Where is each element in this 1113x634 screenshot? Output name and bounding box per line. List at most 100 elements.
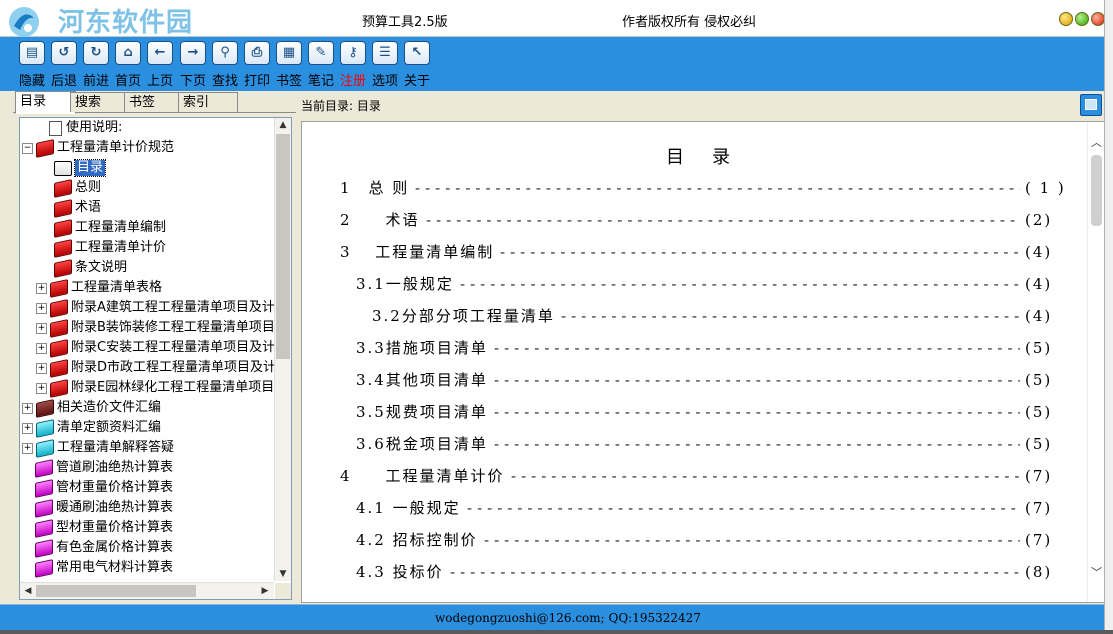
document-vertical-scrollbar[interactable]: ︿ ﹀ (1087, 122, 1105, 602)
toolbar-button-note[interactable]: ✎ 笔记 (306, 41, 336, 89)
tree-item[interactable]: 目录 (54, 158, 107, 178)
tree-item[interactable]: + 附录A建筑工程工程量清单项目及计算 (36, 298, 274, 318)
tab-0[interactable]: 目录 (15, 91, 76, 114)
expand-icon[interactable]: + (36, 342, 47, 354)
tab-2[interactable]: 书签 (124, 92, 184, 112)
open-book-icon (54, 160, 72, 176)
toolbar-button-back[interactable]: ↺ 后退 (49, 41, 79, 89)
tree-item[interactable]: 工程量清单编制 (54, 218, 166, 238)
tree-item[interactable]: − 工程量清单计价规范 (22, 138, 174, 158)
document-scroll-thumb[interactable] (1091, 155, 1102, 226)
tree-item[interactable]: + 附录E园林绿化工程工程量清单项目及 (36, 378, 274, 398)
close-button[interactable] (1091, 12, 1105, 26)
tree-item[interactable]: 条文说明 (54, 258, 127, 278)
toc-entry[interactable]: 4.1 一般规定 --------------------------------… (302, 497, 1082, 519)
window-toggle-button[interactable] (1080, 94, 1102, 116)
tree-scroll-thumb[interactable] (276, 134, 290, 359)
tab-1[interactable]: 搜索 (70, 92, 130, 112)
toc-page-number: (7) (1025, 467, 1053, 485)
copyright-notice: 作者版权所有 侵权必纠 (622, 15, 757, 30)
tree-vertical-scrollbar[interactable]: ▲ ▼ (274, 118, 291, 581)
toc-entry[interactable]: 3.1一般规定 ---------------------------------… (302, 273, 1082, 295)
toolbar-button-bookmark[interactable]: ▦ 书签 (274, 41, 304, 89)
tree-item[interactable]: + 相关造价文件汇编 (22, 398, 161, 418)
toc-entry-label: 3.6税金项目清单 (356, 435, 488, 453)
scroll-right-icon[interactable]: ▶ (258, 584, 272, 598)
tree-item[interactable]: + 清单定额资料汇编 (22, 418, 161, 438)
expand-icon[interactable]: + (36, 302, 47, 314)
tree-item-label: 暖通刷油绝热计算表 (56, 500, 174, 515)
tree-item[interactable]: + 附录D市政工程工程量清单项目及计算 (36, 358, 274, 378)
toc-title: 目录 (666, 147, 758, 168)
book-icon (50, 278, 68, 298)
tree-item[interactable]: 常用电气材料计算表 (22, 558, 173, 578)
search-icon: ⚲ (212, 41, 238, 65)
toc-entry[interactable]: 1 总 则 -----------------------------------… (302, 177, 1082, 199)
tree-item[interactable]: 术语 (54, 198, 101, 218)
toc-entry[interactable]: 4 工程量清单计价 -------------------------------… (302, 465, 1082, 487)
tree-item[interactable]: 管道刷油绝热计算表 (22, 458, 173, 478)
toolbar-button-next-page[interactable]: → 下页 (178, 41, 208, 89)
expand-icon[interactable]: + (22, 422, 33, 434)
minimize-button[interactable] (1059, 12, 1073, 26)
toc-entry-label: 4.1 一般规定 (356, 499, 461, 517)
collapse-icon[interactable]: − (22, 142, 33, 154)
tree-item[interactable]: 工程量清单计价 (54, 238, 166, 258)
expand-icon[interactable]: + (36, 382, 47, 394)
chevron-down-icon[interactable]: ﹀ (1088, 564, 1105, 580)
scroll-down-icon[interactable]: ▼ (276, 567, 290, 581)
toc-entry[interactable]: 3.3措施项目清单 -------------------------------… (302, 337, 1082, 359)
book-icon (36, 438, 54, 458)
tree-horizontal-scrollbar[interactable]: ◀ ▶ (20, 582, 274, 599)
tree-item[interactable]: 型材重量价格计算表 (22, 518, 173, 538)
toolbar-button-print[interactable]: ⎙ 打印 (242, 41, 272, 89)
tree-item[interactable]: 有色金属价格计算表 (22, 538, 173, 558)
toolbar-button-prev-page[interactable]: ← 上页 (145, 41, 175, 89)
toc-entry[interactable]: 3.4其他项目清单 -------------------------------… (302, 369, 1082, 391)
tree-item[interactable]: 管材重量价格计算表 (22, 478, 173, 498)
tree-item[interactable]: + 附录C安装工程工程量清单项目及计算 (36, 338, 274, 358)
desktop-strip (0, 630, 1113, 634)
toc-entry[interactable]: 3.6税金项目清单 -------------------------------… (302, 433, 1082, 455)
tree-item[interactable]: 暖通刷油绝热计算表 (22, 498, 173, 518)
tree-item[interactable]: 总则 (54, 178, 101, 198)
toc-entry[interactable]: 3 工程量清单编制 -------------------------------… (302, 241, 1082, 263)
tree-item-label: 条文说明 (75, 260, 128, 275)
expand-icon[interactable]: + (36, 322, 47, 334)
tree-item[interactable]: 使用说明: (36, 118, 122, 138)
toolbar-button-options[interactable]: ☰ 选项 (370, 41, 400, 89)
tree-item[interactable]: + 工程量清单解释答疑 (22, 438, 174, 458)
toc-entry[interactable]: 2 术语 ------------------------------------… (302, 209, 1082, 231)
scroll-left-icon[interactable]: ◀ (21, 584, 35, 598)
toc-entry[interactable]: 3.5规费项目清单 -------------------------------… (302, 401, 1082, 423)
chevron-up-icon[interactable]: ︿ (1088, 134, 1105, 150)
book-icon (54, 198, 72, 218)
toolbar-button-search[interactable]: ⚲ 查找 (210, 41, 240, 89)
contents-tree[interactable]: 使用说明: − 工程量清单计价规范 目录 总则 术语 工程量清单编制 工程量清单计价条文说明 +… (19, 117, 292, 600)
book-icon (36, 138, 54, 158)
toc-leader: ----------------------------------------… (467, 499, 1020, 517)
document-view[interactable]: 目录 1 总 则 --------------------------------… (301, 121, 1106, 603)
scroll-up-icon[interactable]: ▲ (276, 118, 290, 132)
tree-hscroll-thumb[interactable] (36, 585, 196, 597)
toc-entry[interactable]: 3.2分部分项工程量清单 ----------------------------… (302, 305, 1082, 327)
toolbar-button-register-key[interactable]: ⚷ 注册 (338, 41, 368, 89)
toolbar-button-hide[interactable]: ▤ 隐藏 (17, 41, 47, 89)
tree-item[interactable]: + 工程量清单表格 (36, 278, 162, 298)
expand-icon[interactable]: + (36, 282, 47, 294)
toolbar-label: 打印 (243, 74, 270, 89)
tree-item[interactable]: + 附录B装饰装修工程工程量清单项目及 (36, 318, 274, 338)
toc-entry[interactable]: 4.2 招标控制价 -------------------------------… (302, 529, 1082, 551)
toc-page-number: (2) (1025, 211, 1053, 229)
expand-icon[interactable]: + (22, 442, 33, 454)
toolbar-button-about[interactable]: ↖ 关于 (402, 41, 432, 89)
toolbar-button-forward[interactable]: ↻ 前进 (81, 41, 111, 89)
book-icon (50, 318, 68, 338)
expand-icon[interactable]: + (36, 362, 47, 374)
expand-icon[interactable]: + (22, 402, 33, 414)
toc-entry[interactable]: 4.3 投标价 ---------------------------------… (302, 561, 1082, 583)
tab-3[interactable]: 索引 (178, 92, 238, 112)
toc-page-number: (5) (1025, 371, 1053, 389)
maximize-button[interactable] (1075, 12, 1089, 26)
toolbar-button-home[interactable]: ⌂ 首页 (113, 41, 143, 89)
